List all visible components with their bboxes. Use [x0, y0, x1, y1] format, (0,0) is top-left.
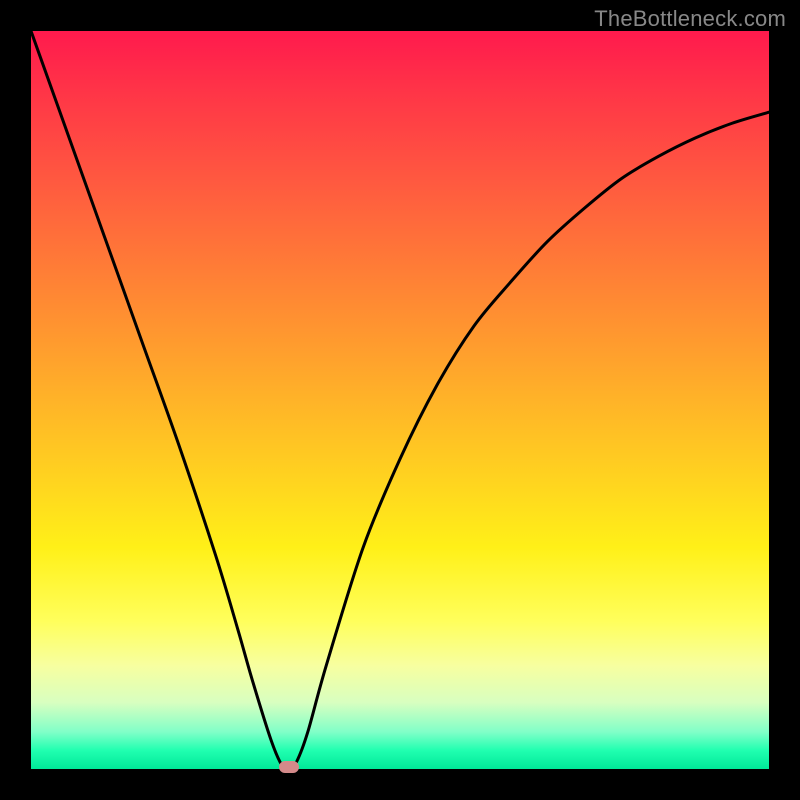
bottleneck-curve: [31, 31, 769, 769]
optimal-point-marker: [279, 761, 299, 773]
chart-frame: TheBottleneck.com: [0, 0, 800, 800]
watermark-text: TheBottleneck.com: [594, 6, 786, 32]
